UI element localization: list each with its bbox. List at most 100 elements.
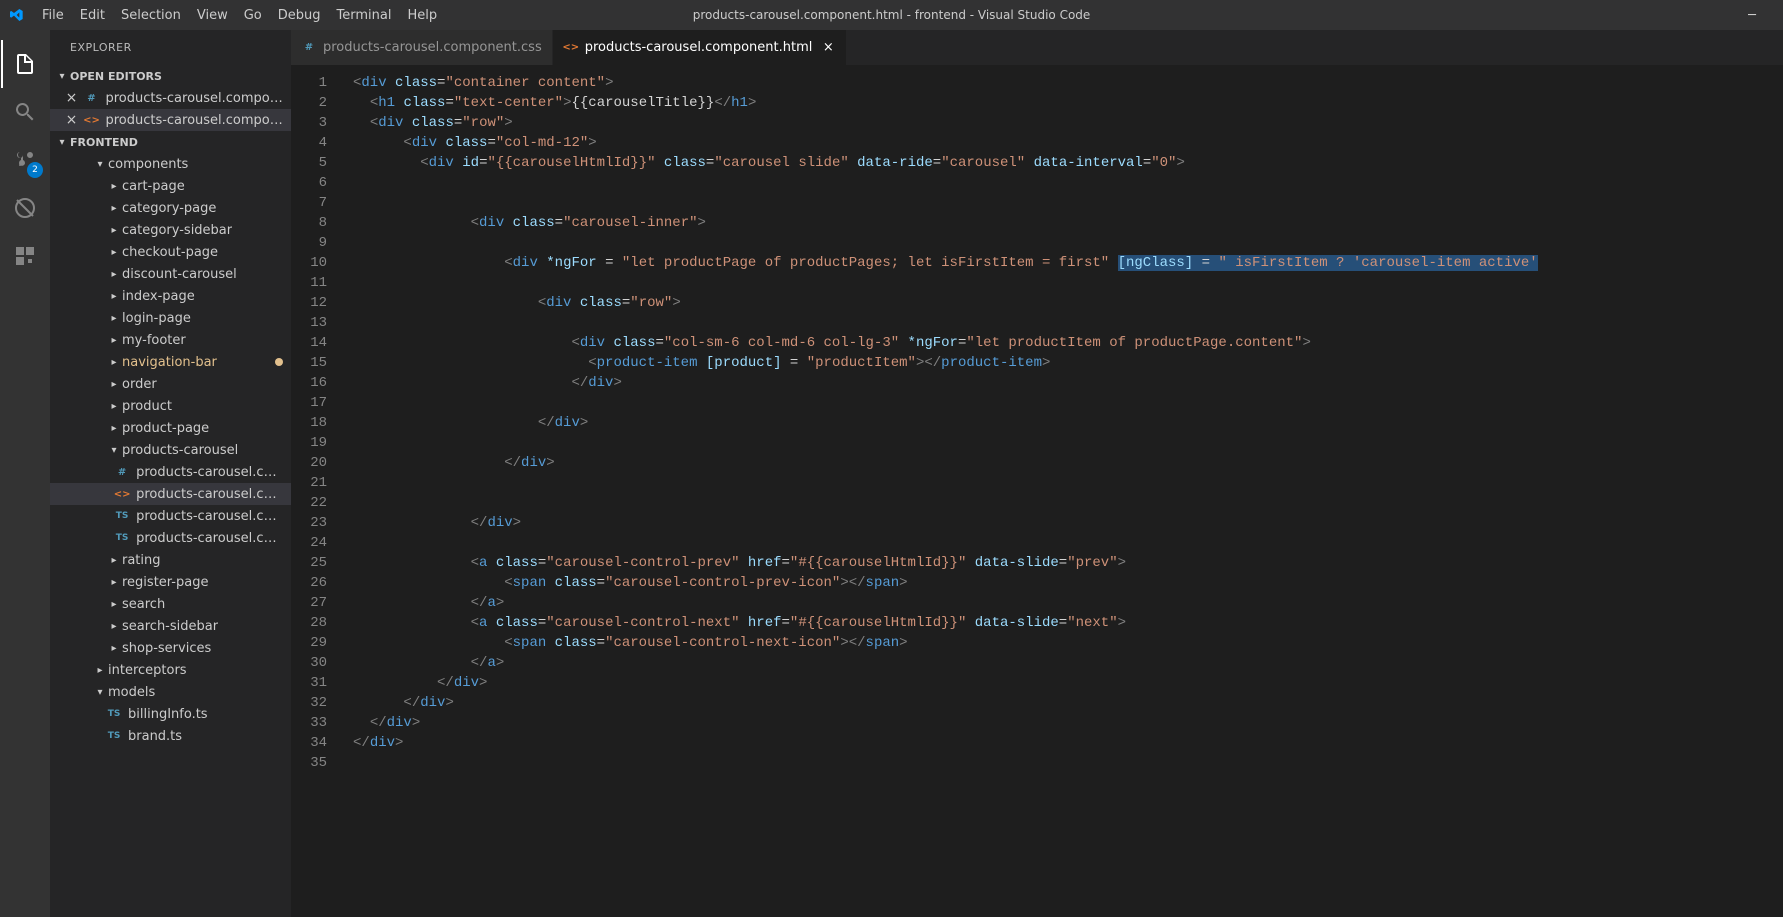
open-editors-header[interactable]: ▾ OPEN EDITORS <box>50 65 291 87</box>
file-item[interactable]: TSbillingInfo.ts <box>50 703 291 725</box>
close-icon[interactable]: × <box>820 40 836 56</box>
save-all-icon[interactable] <box>245 68 261 84</box>
sidebar-title: EXPLORER <box>50 30 291 65</box>
activity-scm[interactable]: 2 <box>1 136 49 184</box>
tree-label: category-sidebar <box>122 223 232 238</box>
css-file-icon: # <box>301 40 317 56</box>
editor-tab[interactable]: #products-carousel.component.css <box>291 30 553 65</box>
chevron-right-icon: ▸ <box>106 599 122 610</box>
bug-icon <box>13 196 37 220</box>
tree-label: search <box>122 597 165 612</box>
file-item[interactable]: TS brand.ts <box>50 725 291 747</box>
menu-edit[interactable]: Edit <box>72 0 113 30</box>
activity-debug[interactable] <box>1 184 49 232</box>
html-file-icon: <> <box>83 112 99 128</box>
chevron-right-icon: ▸ <box>106 313 122 324</box>
folder-item[interactable]: ▾models <box>50 681 291 703</box>
folder-item[interactable]: ▸register-page <box>50 571 291 593</box>
minimize-button[interactable]: ─ <box>1729 0 1775 30</box>
menu-terminal[interactable]: Terminal <box>329 0 400 30</box>
folder-item[interactable]: ▸rating <box>50 549 291 571</box>
chevron-right-icon: ▸ <box>92 665 108 676</box>
open-editors-label: OPEN EDITORS <box>70 70 162 83</box>
close-all-icon[interactable] <box>265 68 281 84</box>
folder-item[interactable]: ▸discount-carousel <box>50 263 291 285</box>
menu-selection[interactable]: Selection <box>113 0 189 30</box>
folder-item[interactable]: ▸my-footer <box>50 329 291 351</box>
chevron-down-icon: ▾ <box>54 71 70 82</box>
folder-item[interactable]: ▾components <box>50 153 291 175</box>
file-item[interactable]: <>products-carousel.com... <box>50 483 291 505</box>
file-item[interactable]: #products-carousel.com... <box>50 461 291 483</box>
open-editor-item[interactable]: ×<> products-carousel.compon... <box>50 109 291 131</box>
tree-label: checkout-page <box>122 245 218 260</box>
chevron-right-icon: ▸ <box>106 643 122 654</box>
chevron-right-icon: ▸ <box>106 423 122 434</box>
line-numbers: 1234567891011121314151617181920212223242… <box>291 73 353 917</box>
ts-file-icon: TS <box>106 728 122 744</box>
menu-go[interactable]: Go <box>236 0 270 30</box>
scm-badge: 2 <box>27 162 43 178</box>
folder-item[interactable]: ▸product-page <box>50 417 291 439</box>
tab-label: products-carousel.component.html <box>585 40 813 55</box>
tree-label: product <box>122 399 172 414</box>
chevron-right-icon: ▸ <box>106 247 122 258</box>
title-bar: FileEditSelectionViewGoDebugTerminalHelp… <box>0 0 1783 30</box>
explorer-sidebar: EXPLORER ▾ OPEN EDITORS ×#products-carou… <box>50 30 291 917</box>
folder-item[interactable]: ▸search <box>50 593 291 615</box>
folder-item[interactable]: ▸interceptors <box>50 659 291 681</box>
folder-item[interactable]: ▸product <box>50 395 291 417</box>
vscode-logo-icon <box>8 7 24 23</box>
folder-item[interactable]: ▸index-page <box>50 285 291 307</box>
modified-indicator-icon <box>275 358 283 366</box>
close-icon[interactable]: × <box>63 90 79 106</box>
activity-bar: 2 <box>0 30 50 917</box>
search-icon <box>13 100 37 124</box>
tree-label: navigation-bar <box>122 355 217 370</box>
chevron-down-icon: ▾ <box>92 159 108 170</box>
folder-item[interactable]: ▾products-carousel <box>50 439 291 461</box>
activity-explorer[interactable] <box>1 40 49 88</box>
tree-label: my-footer <box>122 333 186 348</box>
tree-label: products-carousel.com... <box>136 509 283 524</box>
tabs-bar: #products-carousel.component.css<>produc… <box>291 30 1783 65</box>
folder-item[interactable]: ▸search-sidebar <box>50 615 291 637</box>
window-controls: ─ <box>1729 0 1775 30</box>
close-icon[interactable]: × <box>63 112 79 128</box>
code-content[interactable]: <div class="container content"> <h1 clas… <box>353 73 1783 917</box>
menu-help[interactable]: Help <box>399 0 445 30</box>
project-header[interactable]: ▾ FRONTEND <box>50 131 291 153</box>
folder-item[interactable]: ▸category-sidebar <box>50 219 291 241</box>
window-title: products-carousel.component.html - front… <box>693 8 1091 22</box>
menu-file[interactable]: File <box>34 0 72 30</box>
chevron-right-icon: ▸ <box>106 357 122 368</box>
folder-item[interactable]: ▸navigation-bar <box>50 351 291 373</box>
file-item[interactable]: TSproducts-carousel.com... <box>50 505 291 527</box>
chevron-right-icon: ▸ <box>106 555 122 566</box>
folder-item[interactable]: ▸category-page <box>50 197 291 219</box>
file-item[interactable]: TSproducts-carousel.com... <box>50 527 291 549</box>
activity-extensions[interactable] <box>1 232 49 280</box>
tree-label: brand.ts <box>128 729 182 744</box>
activity-search[interactable] <box>1 88 49 136</box>
tree-label: rating <box>122 553 161 568</box>
editor[interactable]: 1234567891011121314151617181920212223242… <box>291 65 1783 917</box>
folder-item[interactable]: ▸cart-page <box>50 175 291 197</box>
chevron-down-icon: ▾ <box>54 137 70 148</box>
open-editor-item[interactable]: ×#products-carousel.compon... <box>50 87 291 109</box>
ts-file-icon: TS <box>114 530 130 546</box>
open-editor-label: products-carousel.compon... <box>105 113 283 128</box>
folder-item[interactable]: ▸order <box>50 373 291 395</box>
folder-item[interactable]: ▸checkout-page <box>50 241 291 263</box>
tree-label: discount-carousel <box>122 267 237 282</box>
chevron-right-icon: ▸ <box>106 401 122 412</box>
chevron-right-icon: ▸ <box>106 335 122 346</box>
menu-view[interactable]: View <box>189 0 236 30</box>
new-file-icon[interactable] <box>225 68 241 84</box>
chevron-down-icon: ▾ <box>106 445 122 456</box>
folder-item[interactable]: ▸shop-services <box>50 637 291 659</box>
tree-label: interceptors <box>108 663 187 678</box>
editor-tab[interactable]: <>products-carousel.component.html× <box>553 30 848 65</box>
menu-debug[interactable]: Debug <box>270 0 329 30</box>
folder-item[interactable]: ▸login-page <box>50 307 291 329</box>
